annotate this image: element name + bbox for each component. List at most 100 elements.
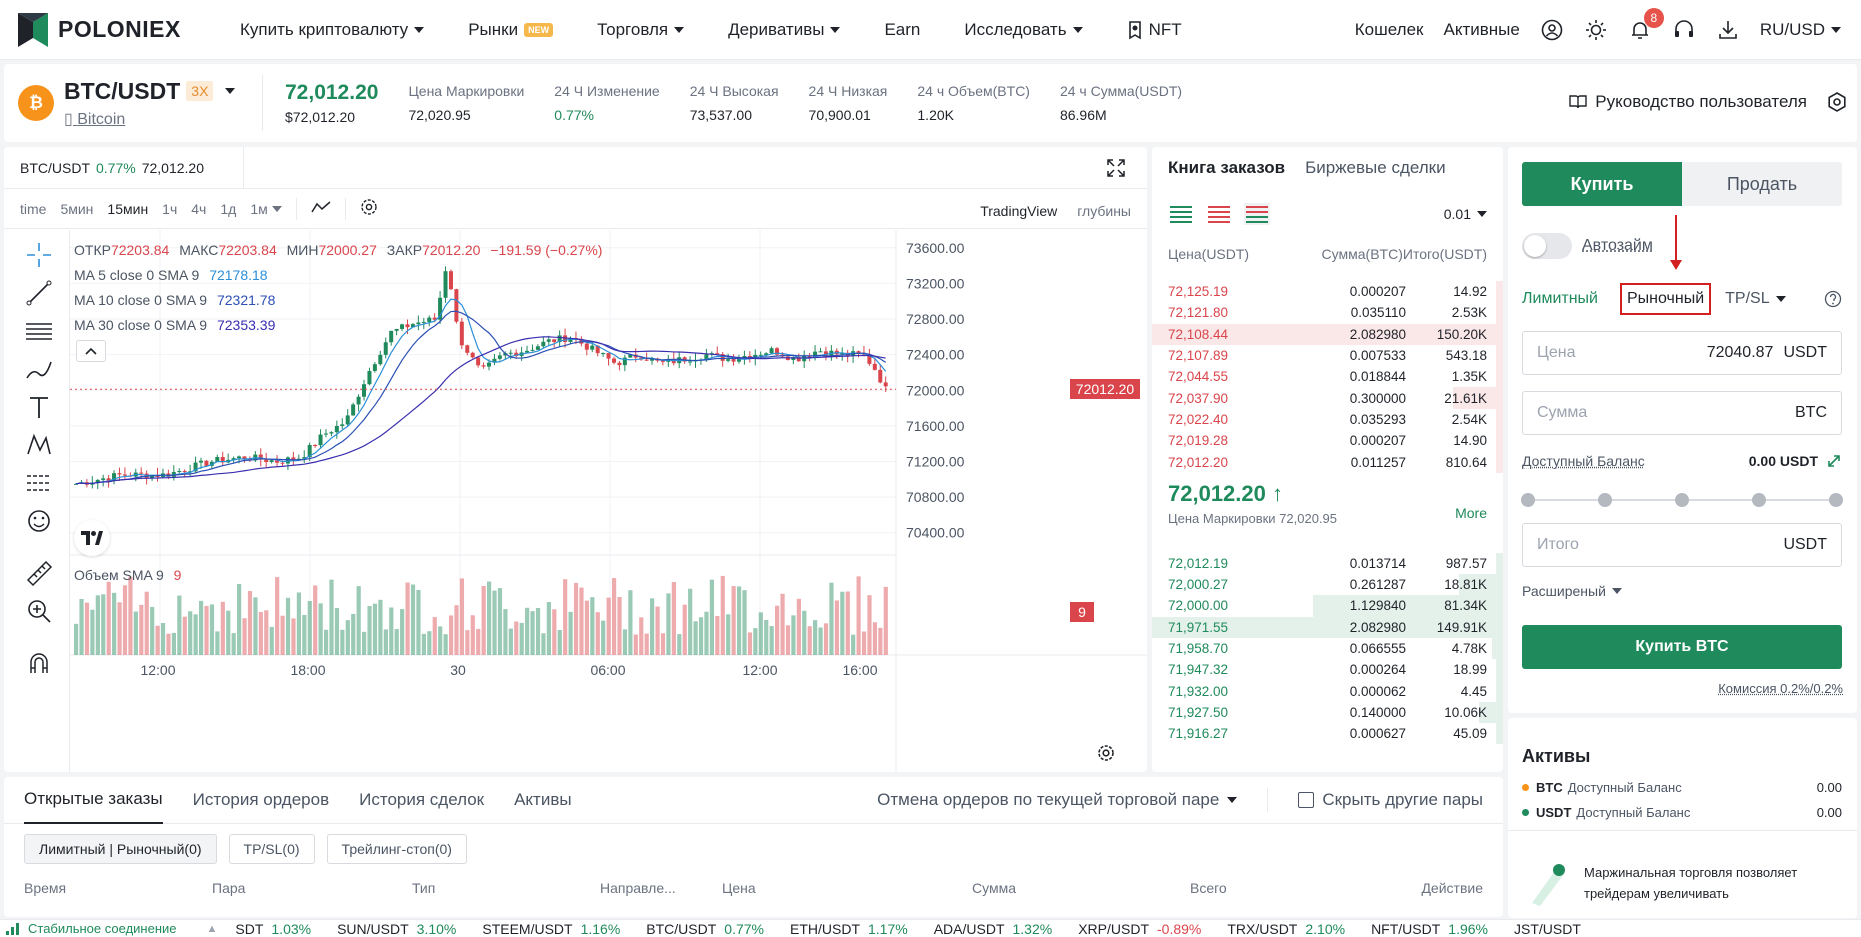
view-depth[interactable]: глубины <box>1077 203 1131 219</box>
user-icon[interactable] <box>1540 18 1564 42</box>
interval-15m[interactable]: 15мин <box>107 201 148 217</box>
coin-info-link[interactable]: ▯ Bitcoin <box>64 109 235 129</box>
buy-tab[interactable]: Купить <box>1522 162 1682 206</box>
interval-time[interactable]: time <box>20 201 46 217</box>
fullscreen-icon[interactable] <box>1107 159 1125 180</box>
bid-row[interactable]: 72,012.19 0.013714 987.57 <box>1152 552 1503 574</box>
bid-row[interactable]: 72,000.00 1.129840 81.34K <box>1152 595 1503 617</box>
price-step-selector[interactable]: 0.01 <box>1444 206 1487 222</box>
fee-info[interactable]: Комиссия 0.2%/0.2% <box>1718 681 1843 696</box>
cancel-orders-dropdown[interactable]: Отмена ордеров по текущей торговой паре <box>877 790 1238 810</box>
chart-settings-gear-icon[interactable] <box>360 198 378 219</box>
view-tradingview[interactable]: TradingView <box>980 203 1057 219</box>
total-input[interactable]: Итого USDT <box>1522 523 1842 567</box>
transfer-icon[interactable] <box>1826 453 1842 469</box>
user-guide-link[interactable]: Руководство пользователя <box>1569 92 1807 112</box>
tab-order-book[interactable]: Книга заказов <box>1168 158 1285 178</box>
order-type-limit[interactable]: Лимитный <box>1522 290 1598 308</box>
brush-icon[interactable] <box>24 354 54 384</box>
interval-5m[interactable]: 5мин <box>60 201 93 217</box>
magnet-icon[interactable] <box>24 648 54 678</box>
slider-dot-75[interactable] <box>1752 493 1766 507</box>
hide-other-pairs[interactable]: Скрыть другие пары <box>1298 790 1483 810</box>
tradingview-logo-icon[interactable] <box>74 520 110 556</box>
bid-row[interactable]: 71,916.27 0.000627 45.09 <box>1152 723 1503 745</box>
emoji-icon[interactable] <box>24 506 54 536</box>
interval-1d[interactable]: 1д <box>220 201 236 217</box>
marquee-item[interactable]: ETH/USDT 1.17% <box>790 921 908 937</box>
amount-slider[interactable] <box>1521 493 1843 507</box>
bid-row[interactable]: 71,927.50 0.140000 10.06K <box>1152 701 1503 724</box>
ask-row[interactable]: 72,012.20 0.011257 810.64 <box>1152 451 1503 473</box>
marquee-item[interactable]: TRX/USDT 2.10% <box>1227 921 1345 937</box>
tab-trade-history[interactable]: История сделок <box>359 790 484 810</box>
ask-row[interactable]: 72,107.89 0.007533 543.18 <box>1152 344 1503 367</box>
crosshair-icon[interactable] <box>24 240 54 270</box>
tab-assets[interactable]: Активы <box>514 790 572 810</box>
ask-row[interactable]: 72,044.55 0.018844 1.35K <box>1152 366 1503 388</box>
book-bids-icon[interactable] <box>1244 203 1270 225</box>
tab-open-orders[interactable]: Открытые заказы <box>24 777 163 824</box>
bid-row[interactable]: 71,958.70 0.066555 4.78K <box>1152 637 1503 660</box>
marquee-item[interactable]: SUN/USDT 3.10% <box>337 921 456 937</box>
book-both-sides-icon[interactable] <box>1168 203 1194 225</box>
interval-1h[interactable]: 1ч <box>162 201 177 217</box>
sell-tab[interactable]: Продать <box>1682 162 1842 206</box>
marquee-item[interactable]: ADA/USDT 1.32% <box>934 921 1053 937</box>
ask-row[interactable]: 72,022.40 0.035293 2.54K <box>1152 408 1503 431</box>
settings-gear-icon[interactable] <box>1827 92 1847 117</box>
amount-input[interactable]: Сумма BTC <box>1522 391 1842 435</box>
ask-row[interactable]: 72,037.90 0.300000 21.61K <box>1152 387 1503 409</box>
fib-lines-icon[interactable] <box>24 316 54 346</box>
tab-order-history[interactable]: История ордеров <box>193 790 329 810</box>
slider-dot-100[interactable] <box>1829 493 1843 507</box>
interval-4h[interactable]: 4ч <box>191 201 206 217</box>
marquee-item[interactable]: SDT 1.03% <box>235 921 311 937</box>
headset-support-icon[interactable] <box>1672 18 1696 42</box>
chip-limit-market[interactable]: Лимитный | Рыночный(0) <box>24 834 217 864</box>
marquee-item[interactable]: BTC/USDT 0.77% <box>646 921 764 937</box>
book-asks-icon[interactable] <box>1206 203 1232 225</box>
price-input[interactable]: Цена 72040.87 USDT <box>1522 331 1842 375</box>
bid-row[interactable]: 71,971.55 2.082980 149.91K <box>1152 616 1503 638</box>
bid-row[interactable]: 72,000.27 0.261287 18.81K <box>1152 573 1503 596</box>
nav-research[interactable]: Исследовать <box>942 0 1104 60</box>
advanced-toggle[interactable]: Расширеный <box>1522 583 1622 599</box>
checkbox[interactable] <box>1298 792 1315 808</box>
slider-dot-0[interactable] <box>1521 493 1535 507</box>
pair-selector[interactable]: ₿ BTC/USDT 3X ▯ Bitcoin <box>18 75 263 131</box>
assets-link[interactable]: Активные <box>1443 20 1519 40</box>
marquee-item[interactable]: JST/USDT <box>1514 921 1589 937</box>
marquee-item[interactable]: NFT/USDT 1.96% <box>1371 921 1488 937</box>
nav-trading[interactable]: Торговля <box>575 0 706 60</box>
nav-earn[interactable]: Earn <box>862 0 942 60</box>
tab-market-trades[interactable]: Биржевые сделки <box>1305 158 1446 178</box>
prediction-tool-icon[interactable] <box>24 468 54 498</box>
bid-row[interactable]: 71,932.00 0.000062 4.45 <box>1152 680 1503 702</box>
nav-nft[interactable]: NFT <box>1105 0 1204 60</box>
candlestick-chart[interactable]: 73600.00 73200.00 72800.00 72400.00 72000.00… <box>70 230 1147 772</box>
slider-dot-50[interactable] <box>1675 493 1689 507</box>
more-link[interactable]: More <box>1455 505 1487 521</box>
nav-markets[interactable]: Рынки NEW <box>446 0 575 60</box>
theme-sun-icon[interactable] <box>1584 18 1608 42</box>
ask-row[interactable]: 72,125.19 0.000207 14.92 <box>1152 281 1503 303</box>
autoloan-toggle[interactable] <box>1522 233 1572 259</box>
chart-type-line-icon[interactable] <box>311 199 331 218</box>
collapse-legend-button[interactable] <box>76 340 106 362</box>
nav-buy-crypto[interactable]: Купить криптовалюту <box>218 0 446 60</box>
wallet-link[interactable]: Кошелек <box>1355 20 1424 40</box>
marquee-up-icon[interactable]: ▲ <box>207 923 218 935</box>
order-type-market[interactable]: Рыночный <box>1619 283 1712 315</box>
zoom-in-icon[interactable] <box>24 596 54 626</box>
ask-row[interactable]: 72,019.28 0.000207 14.90 <box>1152 430 1503 452</box>
text-tool-icon[interactable] <box>24 392 54 422</box>
locale-selector[interactable]: RU/USD <box>1760 20 1841 40</box>
interval-1m[interactable]: 1м <box>250 201 282 217</box>
chip-trailing-stop[interactable]: Трейлинг-стоп(0) <box>326 834 467 864</box>
order-type-tpsl[interactable]: TP/SL <box>1725 290 1786 308</box>
chart-pair-tab[interactable]: BTC/USDT 0.77% 72,012.20 <box>4 147 244 189</box>
bell-icon[interactable]: 8 <box>1628 8 1664 42</box>
ask-row[interactable]: 72,121.80 0.035110 2.53K <box>1152 302 1503 324</box>
download-icon[interactable] <box>1716 18 1740 42</box>
